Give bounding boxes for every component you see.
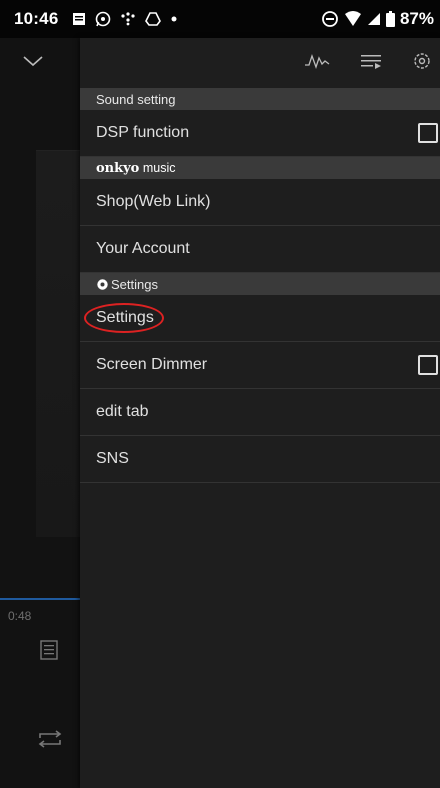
chevron-down-icon[interactable] xyxy=(22,54,44,68)
menu-item-shop[interactable]: Shop(Web Link) xyxy=(80,179,440,226)
dot-icon xyxy=(171,16,177,22)
menu-item-label: Shop(Web Link) xyxy=(96,193,211,210)
dsp-checkbox[interactable] xyxy=(418,123,438,143)
settings-gear-icon[interactable] xyxy=(412,51,432,71)
notification-icon xyxy=(73,13,86,25)
section-header-settings: Settings xyxy=(80,273,440,295)
queue-icon[interactable] xyxy=(360,51,382,71)
equalizer-wave-icon[interactable] xyxy=(304,51,330,71)
elapsed-time: 0:48 xyxy=(8,609,32,623)
menu-item-label: SNS xyxy=(96,450,129,467)
menu-item-sns[interactable]: SNS xyxy=(80,436,440,483)
menu-item-account[interactable]: Your Account xyxy=(80,226,440,273)
dnd-icon xyxy=(322,11,338,27)
status-bar: 10:46 87% xyxy=(0,0,440,38)
menu-item-settings[interactable]: Settings xyxy=(80,295,440,342)
section-header-onkyo-music: onkyo music xyxy=(80,157,440,179)
battery-icon xyxy=(385,11,395,27)
section-header-label: Sound setting xyxy=(96,91,176,107)
notification-icons xyxy=(72,11,178,27)
lyrics-icon[interactable] xyxy=(40,640,58,660)
wifi-icon xyxy=(344,11,361,26)
menu-item-edit-tab[interactable]: edit tab xyxy=(80,389,440,436)
clock: 10:46 xyxy=(14,9,59,28)
signal-icon xyxy=(367,13,380,25)
menu-item-screen-dimmer[interactable]: Screen Dimmer xyxy=(80,342,440,389)
battery-percent: 87% xyxy=(399,9,434,28)
drawer-toolbar xyxy=(80,38,440,88)
gear-icon xyxy=(97,278,108,290)
menu-item-label: Your Account xyxy=(96,240,190,257)
menu-item-dsp[interactable]: DSP function xyxy=(80,110,440,157)
system-icons: 87% xyxy=(321,9,434,29)
whatsapp-icon xyxy=(96,11,111,27)
progress-bar[interactable] xyxy=(0,598,80,600)
onkyo-music-logo: onkyo music xyxy=(96,160,176,176)
section-header-label: Settings xyxy=(111,276,158,292)
drive-icon xyxy=(145,12,162,26)
annotation-circle xyxy=(84,303,164,333)
section-header-sound: Sound setting xyxy=(80,88,440,110)
options-drawer: Sound setting DSP function onkyo music S… xyxy=(80,38,440,788)
menu-item-label: DSP function xyxy=(96,124,190,141)
screen-dimmer-checkbox[interactable] xyxy=(418,355,438,375)
repeat-icon[interactable] xyxy=(36,730,64,748)
menu-item-label: edit tab xyxy=(96,403,149,420)
menu-item-label: Screen Dimmer xyxy=(96,356,208,373)
dots-icon xyxy=(121,12,136,26)
